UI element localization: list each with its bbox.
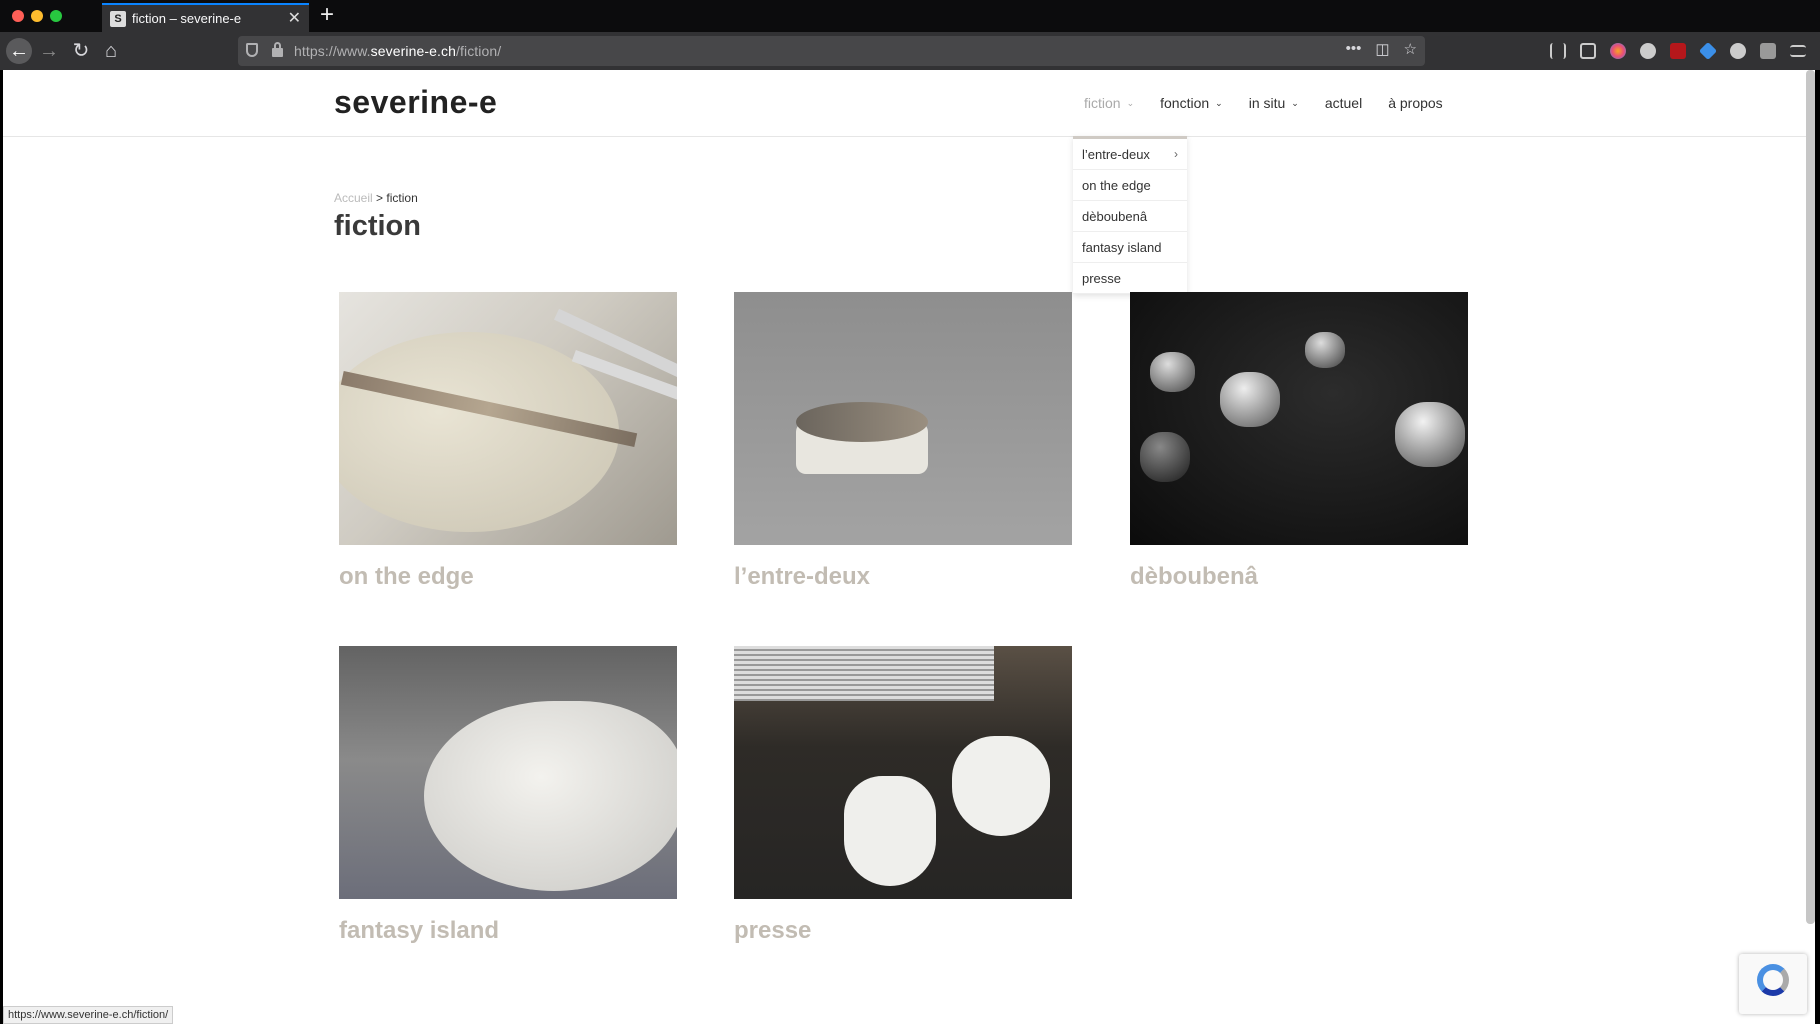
browser-tab-bar: S fiction – severine-e ✕ + bbox=[0, 0, 1820, 32]
card-title[interactable]: presse bbox=[734, 917, 1072, 945]
reload-button[interactable]: ↻ bbox=[68, 38, 94, 64]
page-actions-icon[interactable]: ••• bbox=[1346, 40, 1362, 58]
page-title: fiction bbox=[334, 210, 421, 242]
chevron-down-icon: ⌄ bbox=[1126, 98, 1135, 108]
fiction-dropdown-menu: l’entre-deux › on the edge dèboubenâ fant… bbox=[1073, 136, 1187, 294]
close-tab-icon[interactable]: ✕ bbox=[288, 8, 301, 28]
browser-toolbar: ← → ↻ ⌂ https://www.severine-e.ch/fictio… bbox=[0, 32, 1820, 70]
maximize-window-button[interactable] bbox=[50, 10, 62, 22]
dropdown-item-entre-deux[interactable]: l’entre-deux › bbox=[1073, 139, 1187, 170]
extension-box-icon[interactable] bbox=[1760, 43, 1776, 59]
recaptcha-badge[interactable] bbox=[1739, 954, 1807, 1014]
menu-icon[interactable] bbox=[1790, 45, 1806, 57]
nav-item-actuel[interactable]: actuel bbox=[1325, 95, 1362, 111]
library-icon[interactable] bbox=[1550, 43, 1566, 59]
sidebar-icon[interactable] bbox=[1580, 43, 1596, 59]
extension-p-icon[interactable] bbox=[1640, 43, 1656, 59]
minimize-window-button[interactable] bbox=[31, 10, 43, 22]
dropdown-item-fantasy-island[interactable]: fantasy island bbox=[1073, 232, 1187, 263]
page-scrollbar[interactable] bbox=[1806, 70, 1815, 924]
browser-tab[interactable]: S fiction – severine-e ✕ bbox=[102, 3, 309, 32]
gallery-card-deboubena[interactable]: dèboubenâ bbox=[1130, 292, 1468, 591]
pocket-icon[interactable]: ◫ bbox=[1375, 40, 1389, 58]
breadcrumb-home-link[interactable]: Accueil bbox=[334, 191, 373, 205]
gallery-card-on-the-edge[interactable]: on the edge bbox=[339, 292, 677, 591]
fantasy-island-image[interactable] bbox=[339, 646, 677, 899]
new-tab-button[interactable]: + bbox=[320, 1, 334, 29]
card-title[interactable]: on the edge bbox=[339, 563, 677, 591]
url-text: https://www.severine-e.ch/fiction/ bbox=[294, 43, 502, 59]
status-bar: https://www.severine-e.ch/fiction/ bbox=[3, 1006, 174, 1024]
back-button[interactable]: ← bbox=[6, 38, 32, 64]
nav-item-fiction[interactable]: fiction ⌄ bbox=[1084, 95, 1134, 111]
lock-icon[interactable] bbox=[272, 42, 283, 57]
dropdown-item-presse[interactable]: presse bbox=[1073, 263, 1187, 294]
web-page: severine-e fiction ⌄ fonction ⌄ in situ ⌄ a… bbox=[3, 70, 1815, 1024]
account-icon[interactable] bbox=[1730, 43, 1746, 59]
deboubena-image[interactable] bbox=[1130, 292, 1468, 545]
breadcrumb-current: fiction bbox=[386, 191, 418, 205]
forward-button[interactable]: → bbox=[36, 38, 62, 64]
tab-title: fiction – severine-e bbox=[132, 11, 242, 26]
main-nav: fiction ⌄ fonction ⌄ in situ ⌄ actuel à pro… bbox=[1084, 95, 1469, 111]
site-header: severine-e fiction ⌄ fonction ⌄ in situ ⌄ a… bbox=[3, 70, 1815, 137]
home-button[interactable]: ⌂ bbox=[98, 38, 124, 64]
gallery-card-presse[interactable]: presse bbox=[734, 646, 1072, 945]
card-title[interactable]: dèboubenâ bbox=[1130, 563, 1468, 591]
favicon-icon: S bbox=[110, 11, 126, 27]
card-title[interactable]: l’entre-deux bbox=[734, 563, 1072, 591]
extension-color-icon[interactable] bbox=[1610, 43, 1626, 59]
gallery-card-entre-deux[interactable]: l’entre-deux bbox=[734, 292, 1072, 591]
close-window-button[interactable] bbox=[12, 10, 24, 22]
presse-image[interactable] bbox=[734, 646, 1072, 899]
ublock-icon[interactable] bbox=[1670, 43, 1686, 59]
dropdown-item-deboubena[interactable]: dèboubenâ bbox=[1073, 201, 1187, 232]
breadcrumb: Accueil > fiction bbox=[334, 191, 418, 205]
on-the-edge-image[interactable] bbox=[339, 292, 677, 545]
nav-item-fonction[interactable]: fonction ⌄ bbox=[1160, 95, 1223, 111]
nav-item-in-situ[interactable]: in situ ⌄ bbox=[1249, 95, 1299, 111]
entre-deux-image[interactable] bbox=[734, 292, 1072, 545]
nav-item-a-propos[interactable]: à propos bbox=[1388, 95, 1442, 111]
bookmark-star-icon[interactable]: ☆ bbox=[1404, 40, 1417, 58]
site-logo[interactable]: severine-e bbox=[334, 84, 497, 121]
chevron-down-icon: ⌄ bbox=[1215, 98, 1223, 108]
card-title[interactable]: fantasy island bbox=[339, 917, 677, 945]
url-bar[interactable]: https://www.severine-e.ch/fiction/ ••• ◫… bbox=[238, 36, 1425, 66]
chevron-down-icon: ⌄ bbox=[1291, 98, 1299, 108]
dropdown-item-on-the-edge[interactable]: on the edge bbox=[1073, 170, 1187, 201]
chevron-right-icon: › bbox=[1174, 147, 1178, 161]
gallery-card-fantasy-island[interactable]: fantasy island bbox=[339, 646, 677, 945]
shield-icon[interactable] bbox=[246, 43, 258, 57]
recaptcha-icon bbox=[1757, 964, 1789, 996]
extension-gem-icon[interactable] bbox=[1698, 41, 1718, 61]
